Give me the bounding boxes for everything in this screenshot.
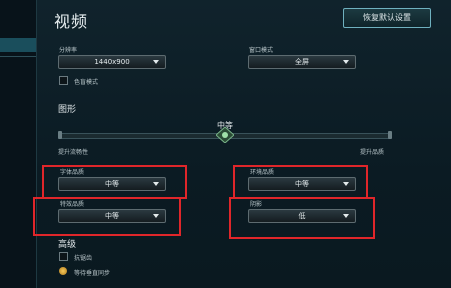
page-title: 视频 bbox=[54, 12, 89, 31]
slider-right-cap bbox=[388, 131, 392, 139]
slider-left-hint: 提升流畅性 bbox=[58, 149, 89, 156]
slider-knob[interactable] bbox=[216, 127, 234, 143]
resolution-dropdown[interactable]: 1440x900 bbox=[58, 55, 166, 69]
antialias-label: 抗锯齿 bbox=[74, 255, 93, 262]
video-settings-panel bbox=[36, 0, 451, 288]
resolution-value: 1440x900 bbox=[94, 58, 130, 66]
left-nav-divider bbox=[0, 56, 36, 57]
reset-defaults-button[interactable]: 恢复默认设置 bbox=[343, 8, 431, 28]
antialias-checkbox[interactable] bbox=[59, 252, 68, 261]
advanced-section-title: 高级 bbox=[58, 240, 77, 250]
window-mode-label: 窗口模式 bbox=[249, 47, 274, 54]
vsync-checkbox-icon[interactable] bbox=[59, 267, 67, 275]
chevron-down-icon bbox=[153, 60, 159, 64]
chevron-down-icon bbox=[343, 60, 349, 64]
resolution-label: 分辨率 bbox=[59, 47, 78, 54]
colorblind-label: 色盲模式 bbox=[74, 79, 99, 86]
highlight-box-effects-quality bbox=[33, 197, 181, 236]
highlight-box-shadows bbox=[229, 197, 375, 239]
slider-left-cap bbox=[58, 131, 62, 139]
vsync-label: 等待垂直同步 bbox=[74, 270, 111, 277]
highlight-box-environment-quality bbox=[233, 165, 368, 199]
colorblind-checkbox[interactable] bbox=[59, 76, 68, 85]
slider-right-hint: 提升品质 bbox=[360, 149, 385, 156]
highlight-box-character-quality bbox=[42, 165, 187, 199]
graphics-section-title: 图形 bbox=[58, 105, 77, 115]
left-nav-active-tab[interactable] bbox=[0, 38, 38, 52]
window-mode-value: 全屏 bbox=[295, 58, 309, 66]
window-mode-dropdown[interactable]: 全屏 bbox=[248, 55, 356, 69]
